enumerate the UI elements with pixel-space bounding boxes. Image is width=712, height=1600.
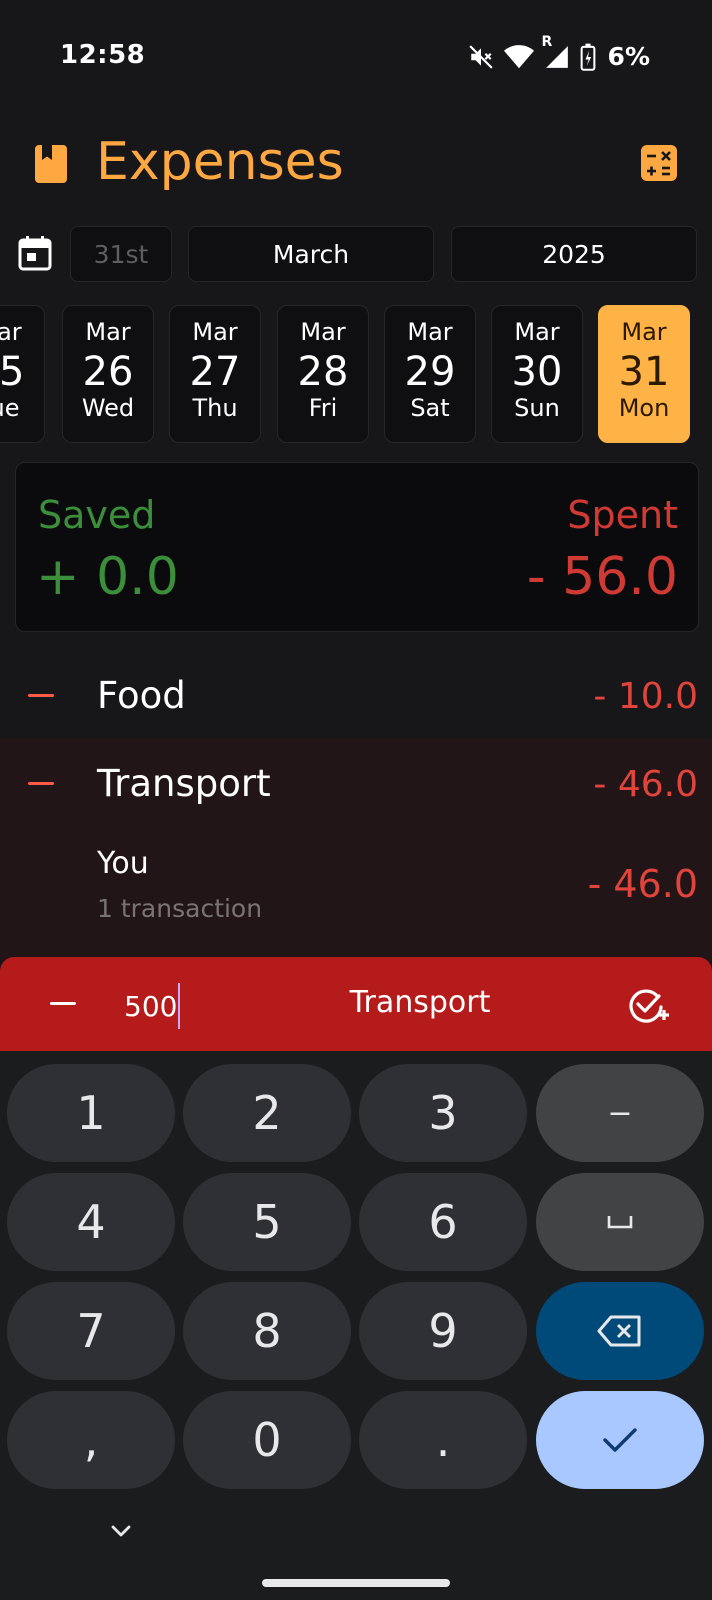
day-card-number: 26 — [82, 349, 134, 395]
key-space[interactable] — [536, 1173, 704, 1271]
key-0[interactable]: 0 — [183, 1391, 351, 1489]
entry-category-selector[interactable]: Transport — [300, 985, 540, 1020]
year-field[interactable]: 2025 — [451, 226, 697, 282]
entry-amount: - 46.0 — [587, 862, 698, 906]
backspace-icon — [597, 1315, 641, 1347]
key-2[interactable]: 2 — [183, 1064, 351, 1162]
key-6[interactable]: 6 — [359, 1173, 527, 1271]
key-3[interactable]: 3 — [359, 1064, 527, 1162]
category-row-food[interactable]: Food - 10.0 — [0, 654, 712, 740]
day-card-month: Mar — [621, 318, 667, 346]
day-card-weekday: Fri — [308, 394, 338, 422]
day-card[interactable]: Mar 29 Sat — [384, 305, 476, 443]
date-selector: 31st March 2025 — [0, 224, 712, 282]
month-field[interactable]: March — [188, 226, 434, 282]
battery-percentage: 6% — [607, 42, 650, 71]
category-row-transport[interactable]: Transport - 46.0 — [0, 742, 712, 828]
day-card-weekday: Mon — [618, 394, 670, 422]
day-card-weekday: Sat — [410, 394, 450, 422]
enter-key[interactable] — [536, 1391, 704, 1489]
day-card[interactable]: Mar 28 Fri — [277, 305, 369, 443]
saved-label: Saved — [38, 493, 156, 537]
day-card[interactable]: Mar 26 Wed — [62, 305, 154, 443]
sign-toggle-button[interactable] — [50, 1002, 76, 1005]
add-check-icon[interactable] — [628, 985, 672, 1025]
day-card-month: Mar — [407, 318, 453, 346]
saved-value: + 0.0 — [36, 547, 179, 607]
status-bar: 12:58 R 6% — [0, 0, 712, 118]
calendar-icon[interactable] — [18, 235, 52, 275]
day-card[interactable]: Mar 30 Sun — [491, 305, 583, 443]
day-card-selected[interactable]: Mar 31 Mon — [598, 305, 690, 443]
amount-input[interactable]: 500 — [124, 983, 181, 1029]
day-card-number: 30 — [511, 349, 563, 395]
key-5[interactable]: 5 — [183, 1173, 351, 1271]
day-card-month: Mar — [300, 318, 346, 346]
entry-transaction-count: 1 transaction — [97, 894, 263, 923]
wifi-icon — [503, 44, 534, 70]
mute-icon — [468, 44, 494, 70]
day-card-number: 31 — [618, 349, 670, 395]
calculator-icon[interactable] — [640, 144, 678, 182]
entry-bar: 500 Transport — [0, 957, 712, 1051]
spent-value: - 56.0 — [526, 547, 678, 607]
category-name: Transport — [97, 762, 271, 805]
day-card-month: Mar — [514, 318, 560, 346]
spent-label: Spent — [567, 493, 678, 537]
day-field[interactable]: 31st — [70, 226, 172, 282]
category-amount: - 10.0 — [593, 676, 698, 717]
status-icons: R 6% — [468, 34, 650, 71]
day-strip: Mar 25 Tue Mar 26 Wed Mar 27 Thu Mar 28 … — [0, 305, 712, 445]
check-icon — [603, 1428, 637, 1452]
app-title: Expenses — [96, 132, 344, 192]
key-8[interactable]: 8 — [183, 1282, 351, 1380]
minus-icon — [28, 782, 54, 785]
day-card[interactable]: Mar 25 Tue — [0, 305, 45, 443]
key-period[interactable]: . — [359, 1391, 527, 1489]
expenses-screen: 12:58 R 6% Expenses 31st March 2025 ar 5… — [0, 0, 712, 1600]
day-card-number: 27 — [189, 349, 241, 395]
day-card-weekday: Tue — [0, 394, 20, 422]
book-icon — [34, 144, 68, 188]
numeric-keyboard: 1 2 3 − 4 5 6 7 8 9 , 0 . — [0, 1051, 712, 1600]
chevron-down-icon[interactable] — [108, 1521, 134, 1541]
day-card-number: 29 — [404, 349, 456, 395]
day-card-month: Mar — [0, 318, 22, 346]
key-comma[interactable]: , — [7, 1391, 175, 1489]
amount-input-value: 500 — [124, 989, 178, 1023]
signal-icon: R — [542, 34, 570, 70]
backspace-key[interactable] — [536, 1282, 704, 1380]
minus-icon — [28, 694, 54, 697]
day-card-weekday: Thu — [192, 394, 238, 422]
key-9[interactable]: 9 — [359, 1282, 527, 1380]
day-card-month: Mar — [192, 318, 238, 346]
day-card[interactable]: Mar 27 Thu — [169, 305, 261, 443]
key-4[interactable]: 4 — [7, 1173, 175, 1271]
app-header: Expenses — [0, 118, 712, 218]
key-7[interactable]: 7 — [7, 1282, 175, 1380]
day-card-month: Mar — [85, 318, 131, 346]
day-card-number: 25 — [0, 349, 25, 395]
category-amount: - 46.0 — [593, 764, 698, 805]
key-minus[interactable]: − — [536, 1064, 704, 1162]
space-icon — [607, 1216, 633, 1229]
status-time: 12:58 — [60, 40, 146, 70]
roaming-badge: R — [541, 33, 553, 50]
day-card-weekday: Sun — [514, 394, 560, 422]
day-card-number: 28 — [297, 349, 349, 395]
entry-person: You — [97, 846, 149, 881]
summary-card: Saved + 0.0 Spent - 56.0 — [15, 462, 699, 632]
key-1[interactable]: 1 — [7, 1064, 175, 1162]
battery-charging-icon — [580, 43, 596, 71]
category-name: Food — [97, 674, 186, 717]
navigation-handle[interactable] — [262, 1579, 450, 1587]
day-card-weekday: Wed — [81, 394, 135, 422]
category-entry-row[interactable]: You 1 transaction - 46.0 — [0, 832, 712, 942]
text-caret — [178, 983, 181, 1029]
